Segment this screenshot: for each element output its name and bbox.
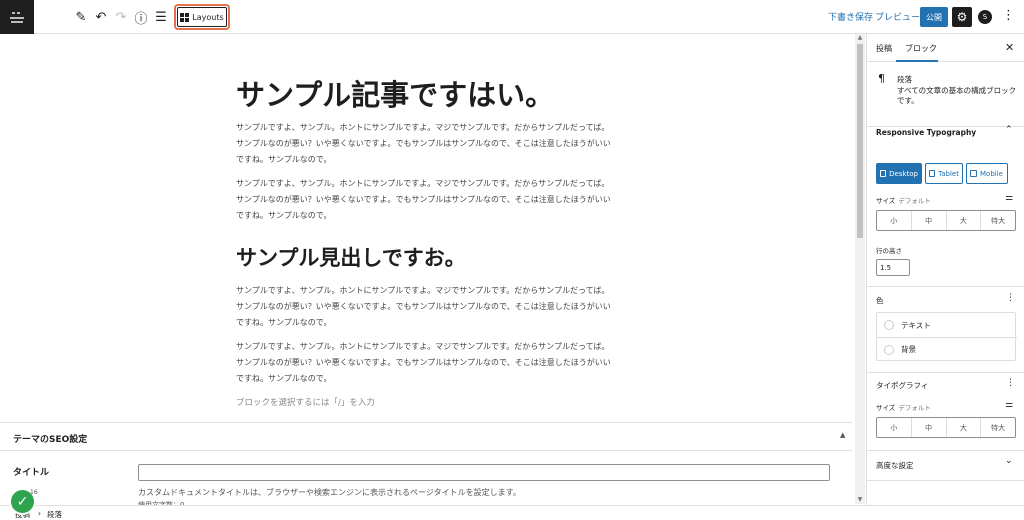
block-name: 段落 <box>897 75 912 84</box>
mobile-icon <box>970 170 977 177</box>
seo-meta-header[interactable]: テーマのSEO設定 ▲ <box>0 423 852 451</box>
scroll-up-icon[interactable]: ▲ <box>855 34 865 42</box>
breadcrumb-current[interactable]: 段落 <box>47 509 62 520</box>
editor-canvas: サンプル記事ですはい。 サンプルですよ、サンプル。ホントにサンプルですよ。マジで… <box>0 34 852 422</box>
responsive-typography-title[interactable]: Responsive Typography <box>876 128 976 137</box>
line-height-input[interactable]: 1.5 <box>876 259 910 276</box>
paragraph-block[interactable]: サンプルですよ、サンプル。ホントにサンプルですよ。マジでサンプルです。だからサン… <box>236 339 614 387</box>
size-option[interactable]: 小 <box>877 211 912 230</box>
list-view-icon[interactable]: ☰ <box>152 8 170 26</box>
top-toolbar: + ✎ ↶ ↷ ⓘ ☰ Layouts 下書き保存 プレビュー 公開 ⚙ S ⋮ <box>0 0 1024 34</box>
advanced-panel-title[interactable]: 高度な設定 <box>876 460 914 471</box>
typo-size-picker: 小 中 大 特大 <box>876 417 1016 438</box>
line-height-label: 行の高さ <box>876 247 902 255</box>
divider <box>867 480 1024 481</box>
device-mobile-button[interactable]: Mobile <box>966 163 1008 184</box>
size-option[interactable]: 特大 <box>981 211 1015 230</box>
info-icon[interactable]: ⓘ <box>132 8 150 27</box>
seo-title-input[interactable] <box>138 464 830 481</box>
tab-block[interactable]: ブロック <box>905 43 937 54</box>
device-desktop-button[interactable]: Desktop <box>876 163 922 184</box>
seo-section-title: テーマのSEO設定 <box>13 435 88 445</box>
settings-gear-icon[interactable]: ⚙ <box>952 7 972 27</box>
editor-scrollbar[interactable]: ▲ ▼ <box>855 34 865 504</box>
block-description: すべての文章の基本の構成ブロックです。 <box>897 86 1017 105</box>
badge-count: 16 <box>30 489 38 496</box>
size-option[interactable]: 中 <box>912 418 947 437</box>
size-label-text: サイズ <box>876 197 896 205</box>
seo-title-label: タイトル <box>13 468 50 478</box>
color-settings: テキスト 背景 <box>876 312 1017 361</box>
typography-panel-title[interactable]: タイポグラフィ <box>876 380 928 391</box>
publish-button[interactable]: 公開 <box>920 7 948 27</box>
scroll-thumb[interactable] <box>857 44 863 238</box>
size-option[interactable]: 大 <box>947 211 982 230</box>
divider <box>867 372 1024 373</box>
seo-meta-box: テーマのSEO設定 ▲ タイトル カスタムドキュメントタイトルは、ブラウザーや検… <box>0 422 852 509</box>
size-option[interactable]: 特大 <box>981 418 1015 437</box>
grid-icon <box>180 12 190 22</box>
font-size-picker: 小 中 大 特大 <box>876 210 1016 231</box>
color-options-icon[interactable]: ⋮ <box>1006 293 1015 303</box>
close-icon[interactable]: ✕ <box>1005 41 1014 54</box>
tab-post[interactable]: 投稿 <box>876 43 892 54</box>
scroll-down-icon[interactable]: ▼ <box>855 496 865 504</box>
paragraph-block[interactable]: サンプルですよ、サンプル。ホントにサンプルですよ。マジでサンプルです。だからサン… <box>236 283 614 331</box>
swatch-icon <box>884 344 894 355</box>
tablet-icon <box>929 170 936 177</box>
color-text-label: テキスト <box>901 320 931 330</box>
typo-size-label-text: サイズ <box>876 404 896 412</box>
preview-button[interactable]: プレビュー <box>875 10 920 23</box>
desktop-icon <box>880 170 887 177</box>
sliders-icon[interactable]: ⚌ <box>1005 400 1013 410</box>
editor-app: + ✎ ↶ ↷ ⓘ ☰ Layouts 下書き保存 プレビュー 公開 ⚙ S ⋮… <box>0 0 1024 520</box>
color-background-label: 背景 <box>901 345 916 354</box>
paragraph-block[interactable]: サンプルですよ、サンプル。ホントにサンプルですよ。マジでサンプルです。だからサン… <box>236 176 614 224</box>
layouts-button[interactable]: Layouts <box>177 7 227 27</box>
typo-size-label: サイズ デフォルト <box>876 402 931 412</box>
more-options-icon[interactable]: ⋮ <box>1002 8 1015 23</box>
color-background-row[interactable]: 背景 <box>877 337 1017 361</box>
sliders-icon[interactable]: ⚌ <box>1005 193 1013 203</box>
color-panel-title[interactable]: 色 <box>876 295 884 306</box>
size-option[interactable]: 中 <box>912 211 947 230</box>
post-title[interactable]: サンプル記事ですはい。 <box>236 72 554 114</box>
block-placeholder[interactable]: ブロックを選択するには「/」を入力 <box>236 396 375 408</box>
tools-icon[interactable]: ✎ <box>72 8 90 26</box>
color-text-row[interactable]: テキスト <box>877 313 1017 337</box>
site-logo[interactable] <box>0 0 34 34</box>
settings-sidebar: 投稿 ブロック ✕ ¶ 段落 すべての文章の基本の構成ブロックです。 Respo… <box>866 34 1024 505</box>
divider <box>867 450 1024 451</box>
size-option[interactable]: 小 <box>877 418 912 437</box>
divider <box>867 286 1024 287</box>
chevron-down-icon[interactable]: ⌄ <box>1005 456 1013 466</box>
breadcrumb-separator: › <box>38 509 41 518</box>
sidebar-tabs: 投稿 ブロック ✕ <box>867 34 1024 62</box>
undo-icon[interactable]: ↶ <box>92 8 110 26</box>
paragraph-icon: ¶ <box>878 72 885 85</box>
seo-help-text: カスタムドキュメントタイトルは、ブラウザーや検索エンジンに表示されるページタイト… <box>138 488 521 497</box>
paragraph-block[interactable]: サンプルですよ、サンプル。ホントにサンプルですよ。マジでサンプルです。だからサン… <box>236 120 614 168</box>
footer-breadcrumb: 投稿 › 段落 <box>0 505 1024 520</box>
device-label: Tablet <box>938 169 959 178</box>
typography-options-icon[interactable]: ⋮ <box>1006 378 1015 388</box>
typo-size-default-text: デフォルト <box>898 404 931 412</box>
size-option[interactable]: 大 <box>947 418 982 437</box>
plugin-icon[interactable]: S <box>978 10 992 24</box>
chevron-up-icon[interactable]: ⌃ <box>1005 125 1013 135</box>
collapse-icon[interactable]: ▲ <box>840 431 845 439</box>
size-default-text: デフォルト <box>898 197 931 205</box>
layouts-label: Layouts <box>192 12 224 22</box>
size-label: サイズ デフォルト <box>876 195 931 205</box>
block-card: ¶ 段落 すべての文章の基本の構成ブロックです。 <box>867 62 1024 127</box>
device-label: Mobile <box>980 169 1003 178</box>
device-tablet-button[interactable]: Tablet <box>925 163 963 184</box>
redo-icon[interactable]: ↷ <box>112 8 130 26</box>
device-label: Desktop <box>889 169 918 178</box>
swatch-icon <box>884 320 894 330</box>
heading-block[interactable]: サンプル見出しですお。 <box>236 242 466 272</box>
save-draft-button[interactable]: 下書き保存 <box>828 10 873 23</box>
